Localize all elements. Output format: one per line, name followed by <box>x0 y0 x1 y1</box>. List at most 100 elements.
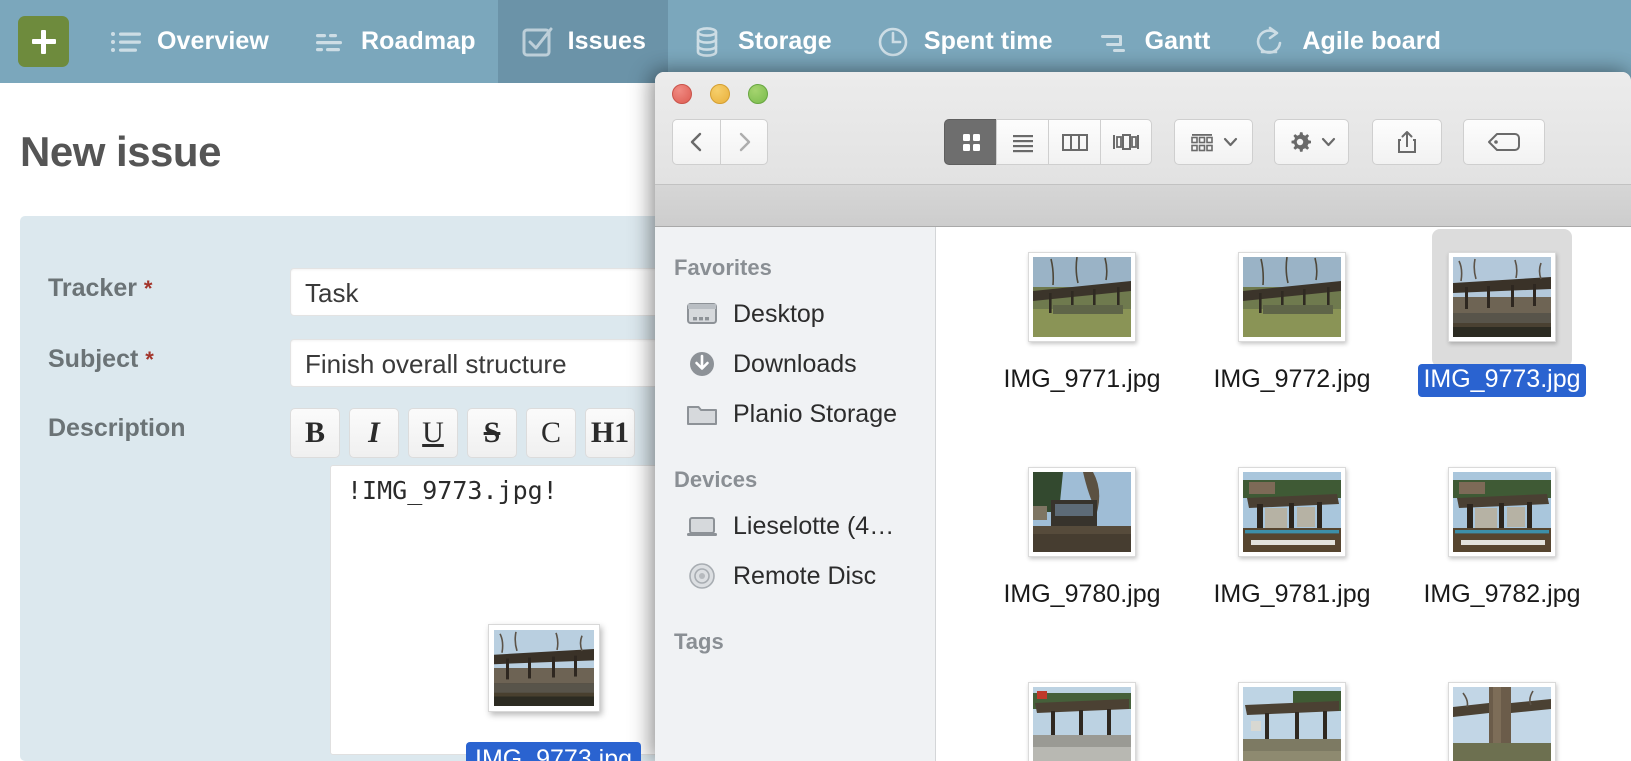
heading1-button[interactable]: H1 <box>585 408 635 458</box>
file-label: IMG_9780.jpg <box>1003 580 1161 608</box>
checkbox-icon <box>520 25 554 59</box>
file-item[interactable]: IMG_9780.jpg <box>976 442 1188 657</box>
sidebar-item-remote-disc[interactable]: Remote Disc <box>655 551 935 601</box>
sidebar-item-label: Remote Disc <box>733 561 877 590</box>
file-item[interactable]: IMG_9771.jpg <box>976 227 1188 442</box>
disc-icon <box>685 561 719 591</box>
nav-item-roadmap[interactable]: Roadmap <box>291 0 498 83</box>
photo-pergola-garden <box>1243 472 1341 552</box>
code-button[interactable]: C <box>526 408 576 458</box>
forward-button[interactable] <box>720 119 768 165</box>
description-text: !IMG_9773.jpg! <box>347 476 558 505</box>
file-item[interactable] <box>976 657 1188 761</box>
file-grid-row: IMG_9771.jpg IMG_9772.jpg IMG_9773.jpg <box>936 227 1631 442</box>
roadmap-icon <box>313 25 347 59</box>
column-view-button[interactable] <box>1048 119 1100 165</box>
chevron-down-icon <box>1223 137 1237 147</box>
action-menu-button[interactable] <box>1274 119 1349 165</box>
file-grid-row <box>936 657 1631 761</box>
description-format-toolbar: B I U S C H1 <box>290 408 635 458</box>
window-controls <box>672 84 768 104</box>
nav-item-agile-board[interactable]: Agile board <box>1232 0 1463 83</box>
chevron-left-icon <box>690 132 701 152</box>
sidebar-item-desktop[interactable]: Desktop <box>655 289 935 339</box>
nav-item-issues[interactable]: Issues <box>497 0 669 83</box>
sidebar-item-downloads[interactable]: Downloads <box>655 339 935 389</box>
cover-flow-button[interactable] <box>1100 119 1152 165</box>
finder-titlebar[interactable] <box>655 72 1631 185</box>
photo-house-tree <box>1033 472 1131 552</box>
tags-button[interactable] <box>1463 119 1545 165</box>
underline-button[interactable]: U <box>408 408 458 458</box>
desktop-icon <box>685 299 719 329</box>
file-label: IMG_9772.jpg <box>1213 365 1371 393</box>
sidebar-section-tags-title: Tags <box>674 629 724 654</box>
file-thumbnail <box>1028 467 1136 557</box>
add-new-button[interactable] <box>18 16 69 67</box>
file-item-selected[interactable]: IMG_9773.jpg <box>1396 227 1608 442</box>
file-item[interactable]: IMG_9772.jpg <box>1186 227 1398 442</box>
arrange-by-button[interactable] <box>1174 119 1253 165</box>
agile-icon <box>1254 25 1288 59</box>
share-button[interactable] <box>1372 119 1442 165</box>
gantt-icon <box>1097 25 1131 59</box>
tracker-label-text: Tracker <box>48 274 137 302</box>
description-label: Description <box>48 414 186 442</box>
back-button[interactable] <box>672 119 720 165</box>
drag-preview-thumbnail <box>488 624 600 712</box>
finder-path-bar <box>655 185 1631 227</box>
action-button-group <box>1274 119 1349 165</box>
italic-button[interactable]: I <box>349 408 399 458</box>
sidebar-item-label: Lieselotte (4… <box>733 511 895 540</box>
minimize-button[interactable] <box>710 84 730 104</box>
screen-root: Overview Roadmap Issues Storage Spent ti… <box>0 0 1631 761</box>
project-top-navigation: Overview Roadmap Issues Storage Spent ti… <box>0 0 1631 83</box>
photo-pergola-field-a <box>1243 257 1341 337</box>
nav-item-label: Storage <box>738 27 832 55</box>
file-item[interactable]: IMG_9782.jpg <box>1396 442 1608 657</box>
nav-item-label: Gantt <box>1144 27 1211 55</box>
tags-button-group <box>1463 119 1545 165</box>
plus-icon <box>31 29 56 54</box>
nav-item-spent-time[interactable]: Spent time <box>854 0 1075 83</box>
nav-item-storage[interactable]: Storage <box>668 0 854 83</box>
file-item[interactable] <box>1186 657 1398 761</box>
required-marker: * <box>143 276 153 301</box>
file-item[interactable] <box>1396 657 1608 761</box>
file-thumbnail <box>1238 682 1346 761</box>
file-thumbnail <box>1238 467 1346 557</box>
photo-pergola-field-a <box>1033 257 1131 337</box>
file-thumbnail <box>1238 252 1346 342</box>
icon-view-button[interactable] <box>944 119 996 165</box>
navigation-buttons <box>672 119 768 165</box>
gear-icon <box>1291 132 1311 152</box>
file-thumbnail <box>1028 682 1136 761</box>
list-icon <box>109 25 143 59</box>
nav-item-label: Spent time <box>923 27 1053 55</box>
sidebar-item-lieselotte[interactable]: Lieselotte (4… <box>655 501 935 551</box>
nav-item-label: Roadmap <box>360 27 476 55</box>
photo-pergola-wide2 <box>1243 687 1341 761</box>
photo-pergola-close <box>494 630 594 706</box>
finder-file-grid[interactable]: IMG_9771.jpg IMG_9772.jpg IMG_9773.jpg I… <box>936 227 1631 761</box>
file-grid-row: IMG_9780.jpg IMG_9781.jpg IMG_9782.jpg <box>936 442 1631 657</box>
file-label-selected: IMG_9773.jpg <box>1418 364 1586 397</box>
file-thumbnail <box>1028 252 1136 342</box>
nav-item-overview[interactable]: Overview <box>87 0 291 83</box>
chevron-down-icon <box>1321 137 1335 147</box>
file-thumbnail <box>1448 467 1556 557</box>
zoom-button[interactable] <box>748 84 768 104</box>
coverflow-icon <box>1113 134 1139 150</box>
sidebar-item-planio-storage[interactable]: Planio Storage <box>655 389 935 439</box>
drag-preview-label: IMG_9773.jpg <box>466 742 642 761</box>
close-button[interactable] <box>672 84 692 104</box>
list-view-button[interactable] <box>996 119 1048 165</box>
bold-button[interactable]: B <box>290 408 340 458</box>
sidebar-item-label: Downloads <box>733 349 857 378</box>
share-icon <box>1398 131 1416 153</box>
nav-item-gantt[interactable]: Gantt <box>1075 0 1233 83</box>
folder-icon <box>685 399 719 429</box>
file-item[interactable]: IMG_9781.jpg <box>1186 442 1398 657</box>
strikethrough-button[interactable]: S <box>467 408 517 458</box>
subject-label: Subject * <box>20 339 290 374</box>
